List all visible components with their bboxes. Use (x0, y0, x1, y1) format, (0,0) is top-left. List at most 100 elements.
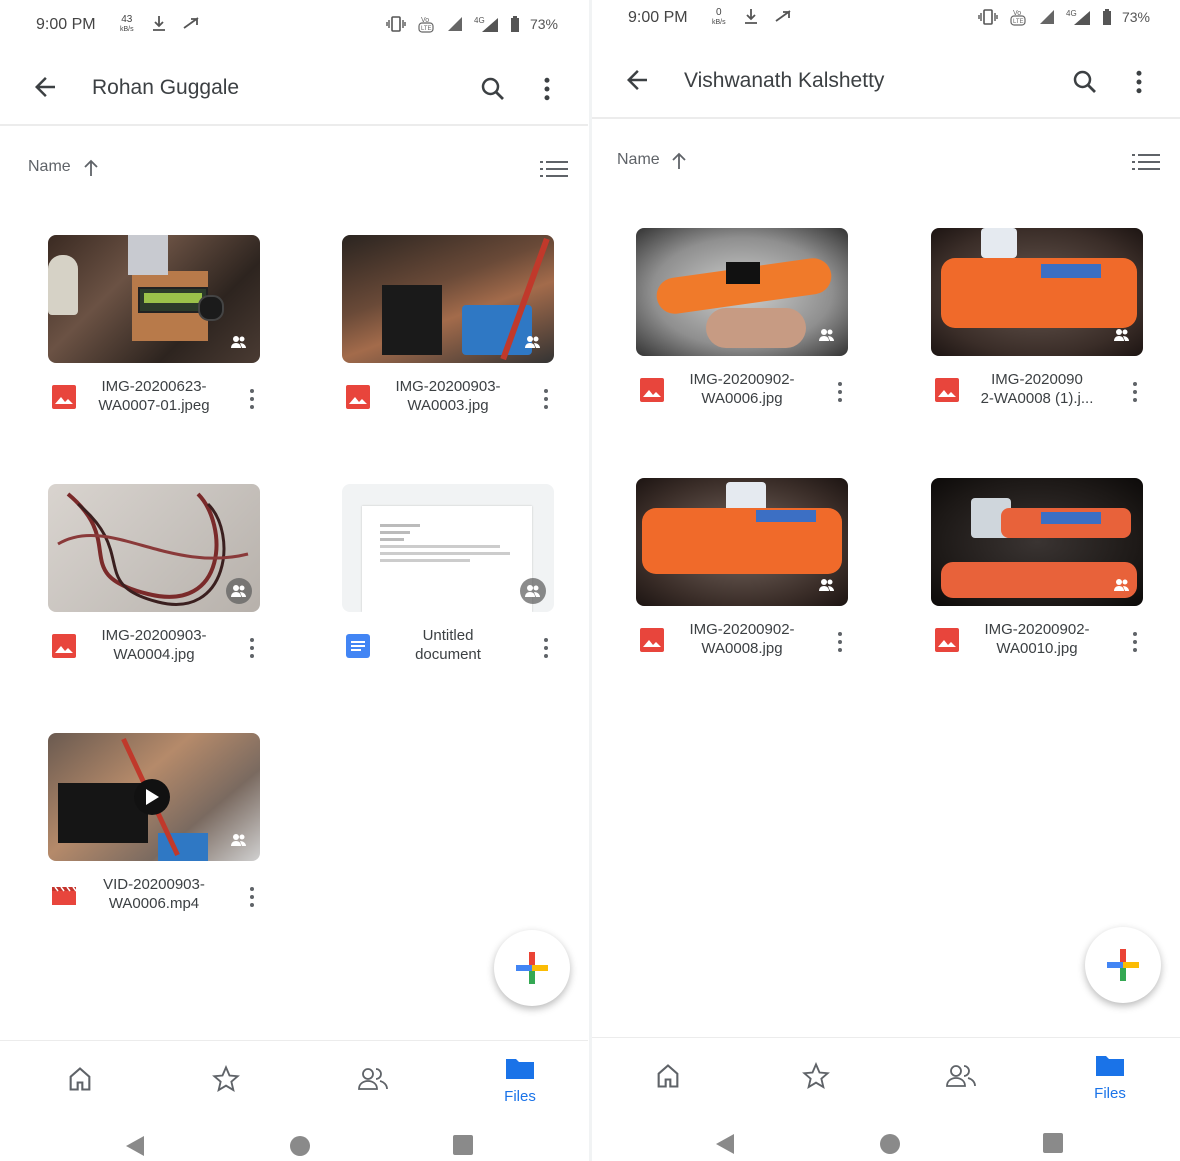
nav-starred[interactable] (786, 1061, 846, 1095)
shared-icon (226, 329, 252, 355)
file-item[interactable]: IMG-20200903- WA0004.jpg (48, 484, 262, 684)
system-recents-icon[interactable] (1042, 1132, 1064, 1154)
svg-text:Vo: Vo (421, 17, 429, 24)
nav-files-label: Files (1094, 1085, 1126, 1102)
star-icon (212, 1064, 240, 1093)
file-name: IMG-20200902- WA0008.jpg (674, 620, 810, 658)
more-vert-icon[interactable] (1123, 378, 1147, 406)
system-navigation (592, 1118, 1180, 1159)
status-time: 9:00 PM (36, 16, 96, 33)
file-name-line1: Untitled (422, 627, 474, 644)
file-item[interactable]: IMG-20200902- WA0008.jpg (636, 478, 850, 678)
nav-files[interactable]: Files (490, 1055, 550, 1105)
nav-home[interactable] (50, 1065, 110, 1098)
file-name-line2: WA0006.jpg (701, 390, 783, 407)
file-thumbnail[interactable] (342, 235, 554, 363)
status-left-icons (742, 7, 792, 25)
more-vert-icon[interactable] (532, 74, 562, 104)
shared-icon (814, 572, 840, 598)
file-name: IMG-20200623- WA0007-01.jpeg (86, 377, 222, 415)
plus-icon (516, 952, 548, 984)
nav-home[interactable] (638, 1062, 698, 1095)
file-item[interactable]: IMG-20200903- WA0003.jpg (342, 235, 556, 435)
file-thumbnail[interactable] (48, 235, 260, 363)
signal-icon (447, 17, 462, 31)
shared-icon (226, 827, 252, 853)
file-item[interactable]: VID-20200903- WA0006.mp4 (48, 733, 262, 933)
file-name: IMG-20200902- WA0010.jpg (969, 620, 1105, 658)
more-vert-icon[interactable] (1124, 67, 1154, 97)
folder-icon (1096, 1056, 1124, 1076)
more-vert-icon[interactable] (828, 628, 852, 656)
missed-call-icon (775, 10, 791, 22)
file-name: IMG-20200903- WA0003.jpg (380, 377, 516, 415)
image-file-icon (640, 378, 664, 402)
home-icon (69, 1067, 91, 1091)
play-icon (134, 779, 170, 815)
arrow-up-icon[interactable] (670, 151, 688, 171)
nav-starred[interactable] (196, 1064, 256, 1098)
image-file-icon (346, 385, 370, 409)
file-thumbnail[interactable] (48, 733, 260, 861)
search-icon[interactable] (478, 74, 508, 104)
new-fab-button[interactable] (494, 930, 570, 1006)
back-arrow-icon[interactable] (30, 72, 60, 102)
file-item[interactable]: IMG-2020090 2-WA0008 (1).j... (931, 228, 1145, 428)
svg-text:Vo: Vo (1013, 10, 1021, 17)
back-arrow-icon[interactable] (622, 65, 652, 95)
system-home-icon[interactable] (878, 1132, 902, 1156)
shared-icon (1109, 322, 1135, 348)
more-vert-icon[interactable] (240, 883, 264, 911)
nav-shared[interactable] (344, 1065, 404, 1098)
system-home-icon[interactable] (288, 1134, 312, 1158)
volte-icon: Vo LTE (418, 17, 434, 33)
file-name-line2: WA0003.jpg (407, 397, 489, 414)
image-file-bg (52, 385, 76, 409)
file-item[interactable]: Untitled document (342, 484, 556, 684)
file-name-line1: IMG-20200623- (101, 378, 207, 395)
system-recents-icon[interactable] (452, 1134, 474, 1156)
file-item[interactable]: IMG-20200623- WA0007-01.jpeg (48, 235, 262, 435)
more-vert-icon[interactable] (534, 634, 558, 662)
signal-4g-icon: 4G (1066, 9, 1090, 25)
list-view-icon[interactable] (540, 158, 568, 180)
more-vert-icon[interactable] (534, 385, 558, 413)
nav-shared[interactable] (932, 1062, 992, 1095)
more-vert-icon[interactable] (828, 378, 852, 406)
file-name-line2: WA0007-01.jpeg (98, 397, 210, 414)
file-thumbnail[interactable] (342, 484, 554, 612)
more-vert-icon[interactable] (1123, 628, 1147, 656)
sort-name-button[interactable]: Name (617, 151, 660, 169)
more-vert-icon[interactable] (240, 634, 264, 662)
docs-file-icon (346, 634, 370, 658)
video-file-icon (52, 886, 76, 905)
system-back-icon[interactable] (714, 1132, 736, 1156)
system-back-icon[interactable] (124, 1134, 146, 1158)
more-vert-icon[interactable] (240, 385, 264, 413)
arrow-up-icon[interactable] (82, 158, 100, 178)
file-name-line1: VID-20200903- (103, 876, 205, 893)
file-thumbnail[interactable] (931, 478, 1143, 606)
file-name-line2: WA0004.jpg (113, 646, 195, 663)
download-icon (745, 9, 757, 24)
network-speed: 0 kB/s (712, 8, 726, 27)
list-view-icon[interactable] (1132, 151, 1160, 173)
file-thumbnail[interactable] (48, 484, 260, 612)
status-time: 9:00 PM (628, 9, 688, 26)
file-item[interactable]: IMG-20200902- WA0006.jpg (636, 228, 850, 428)
file-name-line2: document (415, 646, 481, 663)
sort-name-button[interactable]: Name (28, 158, 71, 176)
home-icon (657, 1064, 679, 1088)
file-name-line1: IMG-20200903- (395, 378, 501, 395)
svg-text:LTE: LTE (1013, 19, 1024, 25)
file-thumbnail[interactable] (636, 478, 848, 606)
file-item[interactable]: IMG-20200902- WA0010.jpg (931, 478, 1145, 678)
new-fab-button[interactable] (1085, 927, 1161, 1003)
search-icon[interactable] (1070, 67, 1100, 97)
network-speed-value: 0 (716, 7, 722, 18)
network-speed-value: 43 (121, 14, 133, 25)
network-speed-unit: kB/s (712, 19, 726, 26)
nav-files[interactable]: Files (1080, 1052, 1140, 1102)
file-thumbnail[interactable] (636, 228, 848, 356)
file-thumbnail[interactable] (931, 228, 1143, 356)
